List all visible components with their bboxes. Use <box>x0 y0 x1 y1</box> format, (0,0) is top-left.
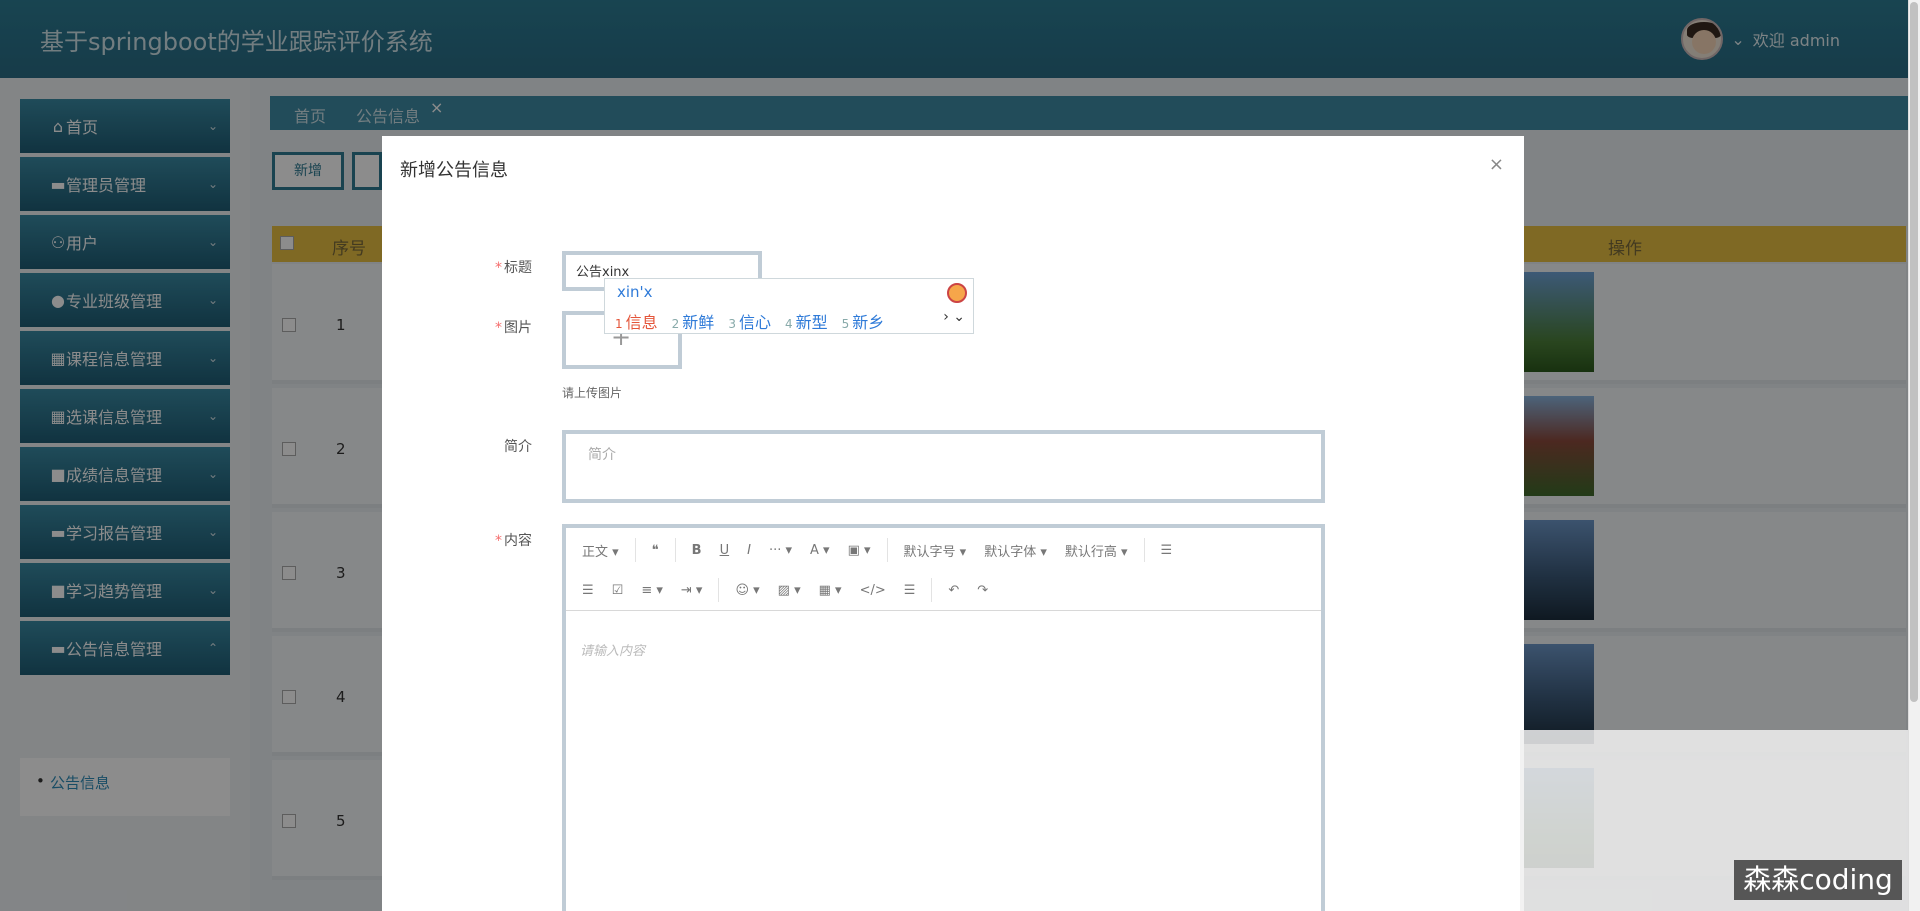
font-color-icon[interactable]: A ▾ <box>804 541 836 560</box>
title-label: * 标题 <box>495 260 532 276</box>
underline-icon[interactable]: U <box>714 541 736 560</box>
close-icon[interactable]: × <box>1489 154 1504 175</box>
bold-icon[interactable]: B <box>686 541 708 560</box>
content-label: * 内容 <box>495 533 532 549</box>
line-height-select[interactable]: 默认行高 ▾ <box>1059 539 1134 562</box>
watermark: 森森coding <box>1734 860 1902 900</box>
page-scrollbar[interactable] <box>1908 0 1920 911</box>
editor-toolbar-row2: ☰ ☑ ≡ ▾ ⇥ ▾ ☺ ▾ ▨ ▾ ▦ ▾ </> ☰ ↶ ↷ <box>576 572 994 608</box>
redo-icon[interactable]: ↷ <box>971 581 994 600</box>
paragraph-style-button[interactable]: 正文 ▾ <box>576 539 625 562</box>
ime-candidate[interactable]: 4 新型 <box>785 309 828 333</box>
quote-icon[interactable]: ❝ <box>646 541 665 560</box>
image-label: * 图片 <box>495 320 532 336</box>
scrollbar-thumb[interactable] <box>1910 2 1918 702</box>
table-icon[interactable]: ▦ ▾ <box>813 581 848 600</box>
summary-label: 简介 <box>504 439 532 455</box>
more-icon[interactable]: ··· ▾ <box>763 541 798 560</box>
align-icon[interactable]: ≡ ▾ <box>635 581 669 600</box>
ime-candidate[interactable]: 2 新鲜 <box>672 309 715 333</box>
numbered-list-icon[interactable]: ☰ <box>576 581 600 600</box>
toolbar-divider <box>566 610 1321 611</box>
content-editor-area[interactable]: 请输入内容 <box>580 640 645 659</box>
todo-icon[interactable]: ☑ <box>606 581 630 600</box>
chevron-right-icon[interactable]: › ⌄ <box>943 309 965 325</box>
emoji-icon[interactable]: ☺ ▾ <box>729 581 765 600</box>
dialog-title: 新增公告信息 <box>400 160 508 181</box>
indent-icon[interactable]: ⇥ ▾ <box>675 581 709 600</box>
ime-candidate[interactable]: 5 新乡 <box>842 309 885 333</box>
undo-icon[interactable]: ↶ <box>942 581 965 600</box>
ime-logo-icon <box>947 283 967 303</box>
add-notice-dialog: 新增公告信息 × * 标题 公告xinx * 图片 + 请上传图片 简介 简介 * 内… <box>382 136 1524 911</box>
divider-icon[interactable]: ☰ <box>898 581 922 600</box>
ime-candidates: 1 信息 2 新鲜 3 信心 4 新型 5 新乡 <box>615 309 884 333</box>
image-hint: 请上传图片 <box>562 386 623 400</box>
font-size-select[interactable]: 默认字号 ▾ <box>898 539 973 562</box>
rich-text-editor: 正文 ▾ ❝ B U I ··· ▾ A ▾ ▣ ▾ 默认字号 ▾ 默认字体 ▾… <box>562 524 1325 911</box>
image-icon[interactable]: ▨ ▾ <box>772 581 807 600</box>
ime-candidate[interactable]: 1 信息 <box>615 309 658 333</box>
bg-color-icon[interactable]: ▣ ▾ <box>842 541 877 560</box>
editor-toolbar-row1: 正文 ▾ ❝ B U I ··· ▾ A ▾ ▣ ▾ 默认字号 ▾ 默认字体 ▾… <box>576 532 1178 568</box>
italic-icon[interactable]: I <box>741 541 757 560</box>
code-icon[interactable]: </> <box>854 581 892 600</box>
ime-pinyin: xin'x <box>617 283 653 301</box>
ime-candidate-popup: xin'x 1 信息 2 新鲜 3 信心 4 新型 5 新乡 › ⌄ <box>604 278 974 334</box>
font-family-select[interactable]: 默认字体 ▾ <box>978 539 1053 562</box>
summary-textarea[interactable]: 简介 <box>562 430 1325 503</box>
bullet-list-icon[interactable]: ☰ <box>1155 541 1179 560</box>
ime-candidate[interactable]: 3 信心 <box>728 309 771 333</box>
